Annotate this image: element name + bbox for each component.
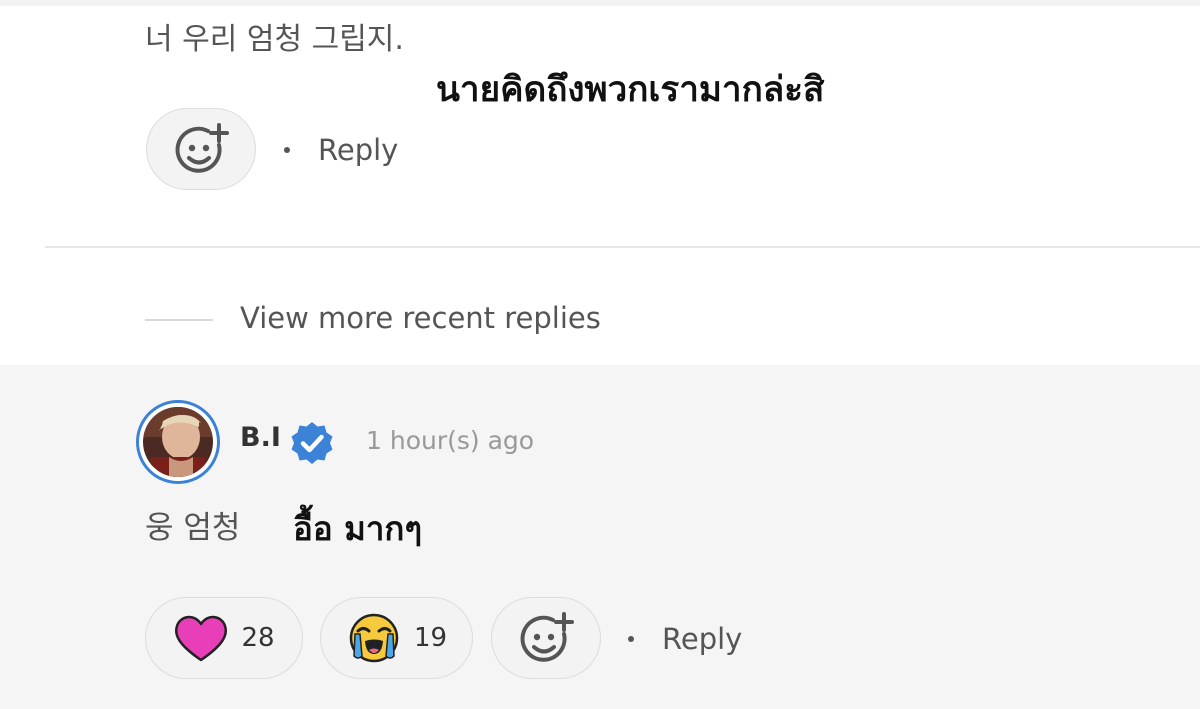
avatar-image — [143, 407, 213, 477]
crying-reaction-button[interactable]: 19 — [320, 597, 473, 679]
reply-link[interactable]: Reply — [318, 133, 398, 167]
reply-link[interactable]: Reply — [662, 622, 742, 656]
comment-text: 너 우리 엄청 그립지. — [145, 22, 404, 57]
separator-dot — [284, 147, 290, 153]
timestamp: 1 hour(s) ago — [366, 426, 535, 455]
verified-badge-icon — [291, 422, 333, 464]
heart-reaction-button[interactable]: 28 — [145, 597, 303, 679]
username[interactable]: B.I — [240, 422, 281, 453]
view-more-line — [145, 319, 213, 321]
reply-translation: อื้อ มากๆ — [293, 509, 423, 548]
add-emoji-icon — [175, 123, 229, 173]
add-emoji-icon — [520, 612, 574, 662]
add-reaction-button-reply[interactable] — [491, 597, 601, 679]
heart-icon — [175, 615, 228, 662]
view-more-replies-link[interactable]: View more recent replies — [240, 301, 601, 335]
crying-count: 19 — [413, 623, 448, 653]
crying-face-icon — [349, 613, 399, 663]
top-edge — [0, 0, 1200, 6]
comment-translation: นายคิดถึงพวกเรามากล่ะสิ — [436, 70, 825, 110]
avatar[interactable] — [136, 400, 220, 484]
add-reaction-button[interactable] — [146, 108, 256, 190]
heart-count: 28 — [241, 623, 275, 653]
reply-text: 웅 엄청 — [145, 510, 241, 546]
separator-dot — [628, 636, 634, 642]
divider — [45, 246, 1200, 248]
